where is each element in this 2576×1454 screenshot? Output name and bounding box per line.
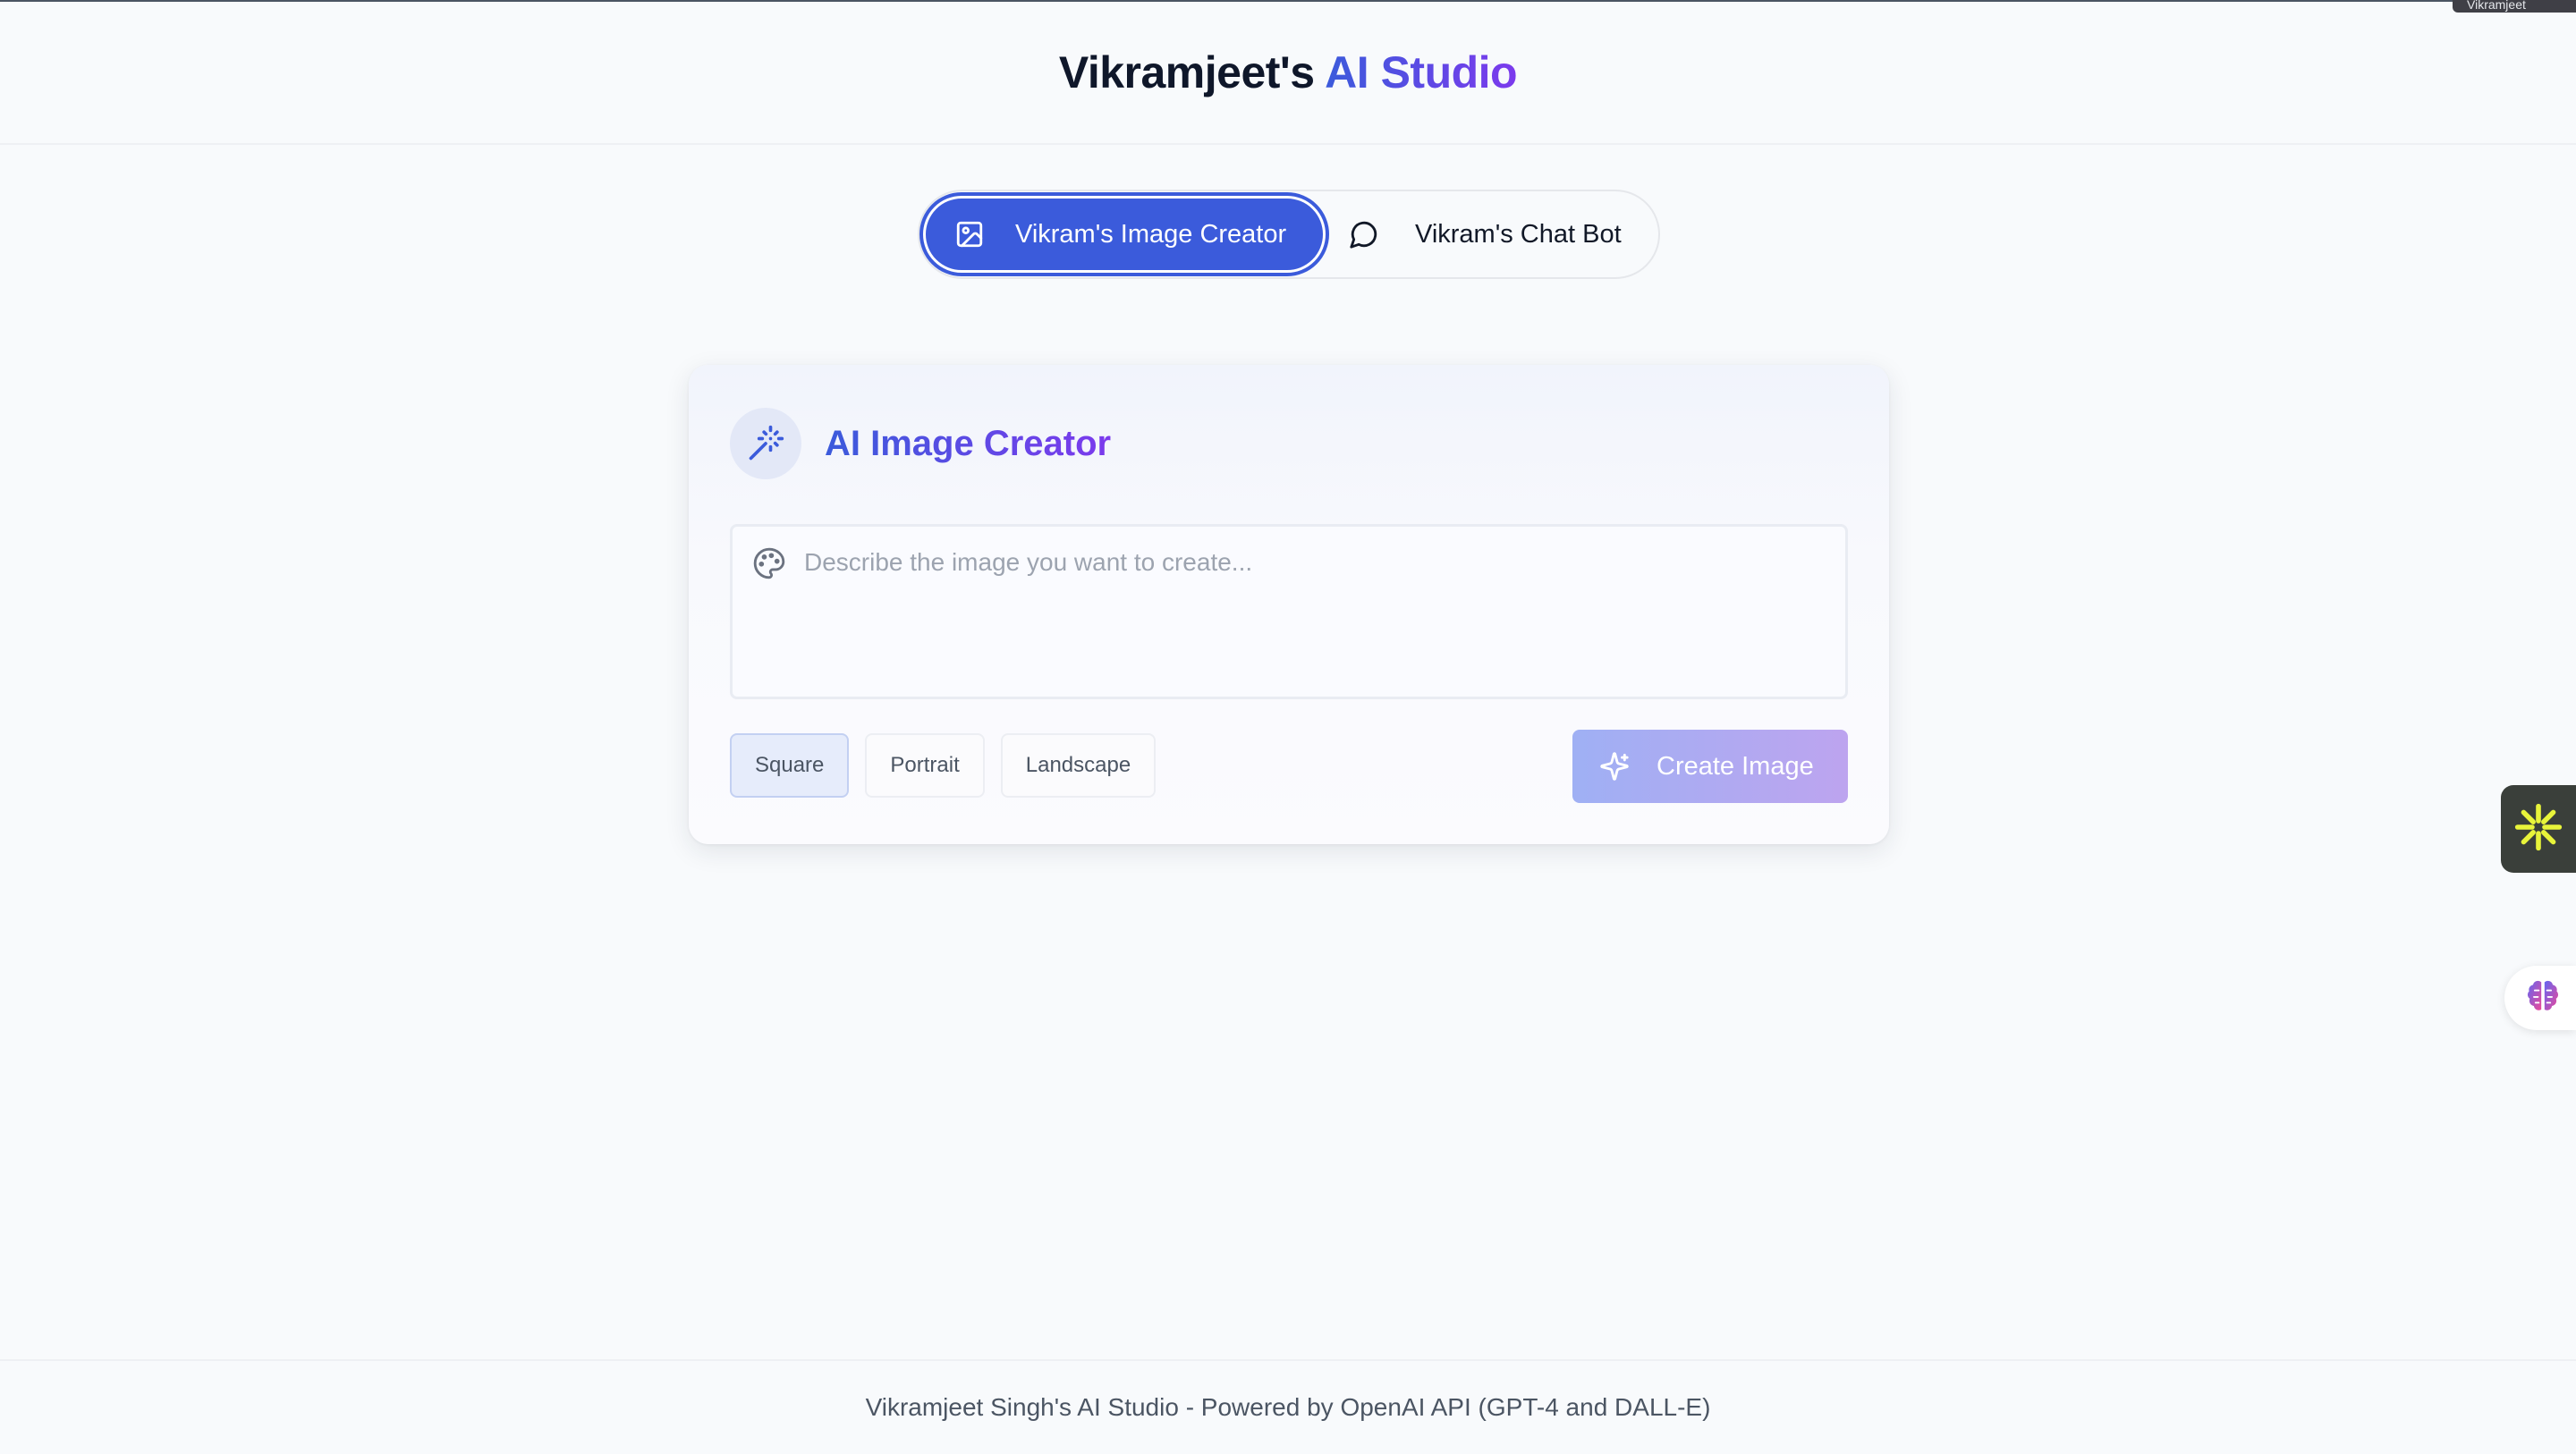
prompt-input[interactable] [804, 545, 1824, 679]
sparkles-icon [1599, 751, 1630, 782]
aspect-portrait-button[interactable]: Portrait [865, 733, 985, 798]
tab-image-creator[interactable]: Vikram's Image Creator [923, 196, 1326, 273]
site-title-accent: AI Studio [1325, 47, 1518, 97]
side-widget-burst[interactable] [2501, 785, 2576, 873]
app-root: Vikramjeet Vikramjeet's AI Studio Vikram… [0, 0, 2576, 1454]
site-title: Vikramjeet's AI Studio [1058, 46, 1518, 98]
card-header: AI Image Creator [730, 408, 1111, 479]
card-title: AI Image Creator [825, 423, 1112, 463]
aspect-ratio-group: Square Portrait Landscape [730, 733, 1172, 798]
site-header: Vikramjeet's AI Studio [0, 2, 2576, 145]
chat-bubble-icon [1349, 219, 1379, 249]
tab-chat-bot-label: Vikram's Chat Bot [1415, 219, 1622, 249]
brain-icon [2523, 976, 2563, 1020]
magic-wand-icon [730, 408, 801, 479]
aspect-landscape-button[interactable]: Landscape [1000, 733, 1157, 798]
tab-image-creator-label: Vikram's Image Creator [1015, 219, 1287, 249]
mode-tabbar: Vikram's Image Creator Vikram's Chat Bot [918, 190, 1660, 279]
prompt-box [730, 524, 1848, 699]
aspect-square-button[interactable]: Square [730, 733, 850, 798]
create-image-button[interactable]: Create Image [1572, 730, 1848, 803]
asterisk-burst-icon [2513, 802, 2563, 857]
footer-text: Vikramjeet Singh's AI Studio - Powered b… [865, 1393, 1711, 1421]
side-widget-brain[interactable] [2504, 966, 2576, 1030]
palette-icon [752, 546, 786, 580]
tab-chat-bot[interactable]: Vikram's Chat Bot [1326, 196, 1622, 273]
create-image-label: Create Image [1657, 751, 1814, 781]
site-footer: Vikramjeet Singh's AI Studio - Powered b… [0, 1359, 2576, 1454]
site-title-plain: Vikramjeet's [1058, 47, 1315, 97]
image-creator-card: AI Image Creator Square Portrait Landsca… [689, 365, 1889, 844]
image-icon [954, 219, 985, 249]
